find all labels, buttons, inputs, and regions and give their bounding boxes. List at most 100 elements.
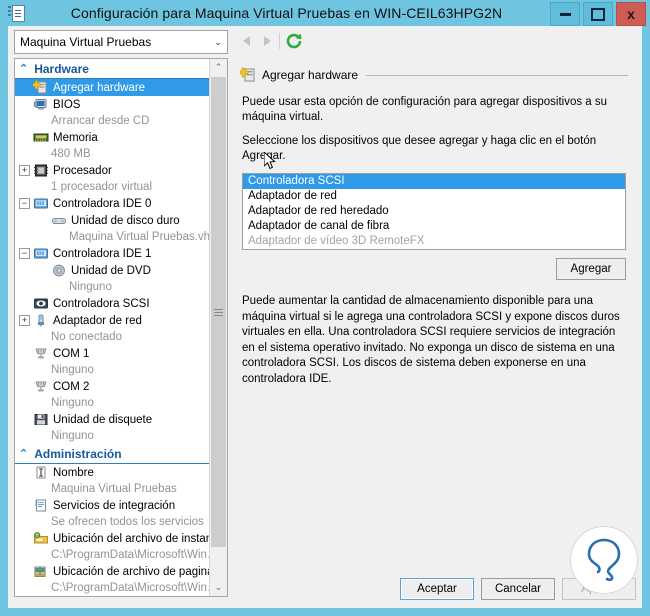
sidebar-item-label: Servicios de integración bbox=[53, 499, 176, 512]
vm-selector-value: Maquina Virtual Pruebas bbox=[20, 35, 152, 49]
tree-expander-spacer bbox=[19, 467, 30, 478]
sidebar-item-label: Controladora IDE 0 bbox=[53, 197, 152, 210]
add-hardware-icon bbox=[32, 80, 49, 95]
tree-expander-spacer bbox=[19, 533, 30, 544]
sidebar-item-adaptador-de-red[interactable]: + Adaptador de red bbox=[15, 312, 209, 329]
sidebar-section-label: Administración bbox=[34, 446, 122, 461]
tree-expander-spacer bbox=[19, 500, 30, 511]
solvetic-logo-icon bbox=[570, 526, 638, 594]
sidebar-item-memoria[interactable]: Memoria bbox=[15, 129, 209, 146]
maximize-button[interactable] bbox=[583, 2, 613, 26]
hardware-tree-panel: ⌃ Hardware Agregar hardware BIOS Arrancar de… bbox=[14, 58, 228, 597]
maximize-icon bbox=[591, 7, 605, 21]
sidebar-item-sublabel: Ninguno bbox=[51, 364, 94, 376]
sidebar-item-label: Procesador bbox=[53, 164, 112, 177]
integration-services-icon bbox=[33, 498, 49, 513]
tree-expander-spacer bbox=[19, 348, 30, 359]
vm-selector-combobox[interactable]: Maquina Virtual Pruebas ⌄ bbox=[14, 30, 228, 54]
page-title: Configuración para Maquina Virtual Prueb… bbox=[70, 5, 503, 21]
sidebar-item-sublabel: Arrancar desde CD bbox=[51, 115, 150, 127]
scrollbar-thumb[interactable] bbox=[211, 77, 226, 547]
nav-back-button[interactable] bbox=[238, 32, 256, 50]
add-button-row: Agregar bbox=[242, 258, 626, 280]
sidebar-section-administraci-n[interactable]: ⌃ Administración bbox=[15, 444, 209, 464]
memory-icon bbox=[33, 130, 49, 145]
ide-controller-icon bbox=[33, 196, 49, 211]
sidebar-section-label: Hardware bbox=[34, 61, 89, 76]
tree-expander-toggle[interactable]: + bbox=[19, 315, 30, 326]
sidebar-item-sublabel: C:\ProgramData\Microsoft\Win… bbox=[51, 549, 209, 561]
device-list-item[interactable]: Controladora SCSI bbox=[243, 174, 625, 189]
sidebar-item-controladora-ide-0[interactable]: − Controladora IDE 0 bbox=[15, 195, 209, 212]
device-list-item[interactable]: Adaptador de red heredado bbox=[243, 204, 625, 219]
sidebar-item-servicios-de-integraci-n[interactable]: Servicios de integración bbox=[15, 497, 209, 514]
tree-expander-spacer bbox=[19, 99, 30, 110]
minimize-button[interactable] bbox=[550, 2, 580, 26]
device-list-item[interactable]: Adaptador de canal de fibra bbox=[243, 219, 625, 234]
sidebar-item-procesador[interactable]: + Procesador bbox=[15, 162, 209, 179]
sidebar-item-label: Nombre bbox=[53, 466, 94, 479]
sidebar-item-label: BIOS bbox=[53, 98, 81, 111]
processor-icon bbox=[33, 163, 49, 178]
ide-controller-icon bbox=[33, 246, 49, 261]
sidebar-item-bios[interactable]: BIOS bbox=[15, 96, 209, 113]
toolbar: Maquina Virtual Pruebas ⌄ bbox=[8, 26, 642, 56]
chevron-up-icon: ⌃ bbox=[19, 63, 29, 75]
dvd-drive-icon bbox=[51, 263, 67, 278]
tree-expander-toggle[interactable]: − bbox=[19, 248, 30, 259]
device-list-item: Adaptador de vídeo 3D RemoteFX bbox=[248, 235, 425, 247]
tree-expander-toggle[interactable]: + bbox=[19, 165, 30, 176]
sidebar-item-com-2[interactable]: COM 2 bbox=[15, 378, 209, 395]
sidebar-item-ubicaci-n-del-archivo-de-instant[interactable]: Ubicación del archivo de instant… bbox=[15, 530, 209, 547]
sidebar-item-sublabel: No conectado bbox=[51, 331, 122, 343]
window-controls: x bbox=[547, 2, 646, 26]
sidebar-item-com-1[interactable]: COM 1 bbox=[15, 345, 209, 362]
sidebar-item-label: Unidad de disquete bbox=[53, 413, 153, 426]
sidebar-item-unidad-de-disquete[interactable]: Unidad de disquete bbox=[15, 411, 209, 428]
sidebar-item-label: COM 2 bbox=[53, 380, 90, 393]
chevron-down-icon: ⌄ bbox=[214, 36, 222, 47]
chevron-up-icon: ⌃ bbox=[19, 448, 29, 460]
toolbar-separator bbox=[279, 33, 280, 49]
back-arrow-icon bbox=[243, 36, 250, 46]
tree-expander-spacer bbox=[19, 82, 30, 93]
sidebar-item-nombre[interactable]: Nombre bbox=[15, 464, 209, 481]
sidebar-item-controladora-ide-1[interactable]: − Controladora IDE 1 bbox=[15, 245, 209, 262]
sidebar-item-agregar-hardware[interactable]: Agregar hardware bbox=[15, 79, 209, 96]
title-bar: Configuración para Maquina Virtual Prueb… bbox=[0, 0, 650, 26]
sidebar-item-controladora-scsi[interactable]: Controladora SCSI bbox=[15, 295, 209, 312]
add-button[interactable]: Agregar bbox=[556, 258, 626, 280]
sidebar-item-sublabel: 480 MB bbox=[51, 148, 91, 160]
nav-forward-button[interactable] bbox=[258, 32, 276, 50]
tree-expander-spacer bbox=[37, 215, 48, 226]
device-list-item[interactable]: Adaptador de red bbox=[243, 189, 625, 204]
device-listbox[interactable]: Controladora SCSI Adaptador de red Adaptad… bbox=[242, 173, 626, 250]
tree-expander-toggle[interactable]: − bbox=[19, 198, 30, 209]
tree-expander-spacer bbox=[19, 132, 30, 143]
refresh-button[interactable] bbox=[284, 31, 304, 51]
mouse-cursor bbox=[263, 150, 278, 172]
floppy-drive-icon bbox=[33, 412, 49, 427]
ok-button[interactable]: Aceptar bbox=[400, 578, 474, 600]
sidebar-item-sublabel: Maquina Virtual Pruebas bbox=[51, 483, 177, 495]
com-port-icon bbox=[33, 346, 49, 361]
refresh-icon bbox=[286, 33, 302, 49]
sidebar-item-sublabel: Ninguno bbox=[51, 397, 94, 409]
sidebar-item-sublabel: 1 procesador virtual bbox=[51, 181, 152, 193]
add-hardware-icon bbox=[239, 67, 256, 83]
com-port-icon bbox=[33, 379, 49, 394]
scroll-up-button[interactable]: ⌃ bbox=[210, 59, 227, 76]
sidebar-item-unidad-de-disco-duro[interactable]: Unidad de disco duro bbox=[15, 212, 209, 229]
sidebar-item-unidad-de-dvd[interactable]: Unidad de DVD bbox=[15, 262, 209, 279]
hardware-tree-list[interactable]: ⌃ Hardware Agregar hardware BIOS Arrancar de… bbox=[15, 59, 209, 596]
minimize-icon bbox=[559, 12, 571, 16]
sidebar-section-hardware[interactable]: ⌃ Hardware bbox=[15, 59, 209, 79]
tree-scrollbar[interactable]: ⌃ ⌄ bbox=[209, 59, 227, 596]
snapshot-location-icon bbox=[33, 531, 49, 546]
vm-settings-icon bbox=[8, 3, 26, 23]
close-button[interactable]: x bbox=[616, 2, 646, 26]
tree-expander-spacer bbox=[19, 414, 30, 425]
content-panel: Agregar hardware Puede usar esta opción … bbox=[232, 58, 636, 595]
sidebar-item-label: COM 1 bbox=[53, 347, 90, 360]
cancel-button[interactable]: Cancelar bbox=[481, 578, 555, 600]
